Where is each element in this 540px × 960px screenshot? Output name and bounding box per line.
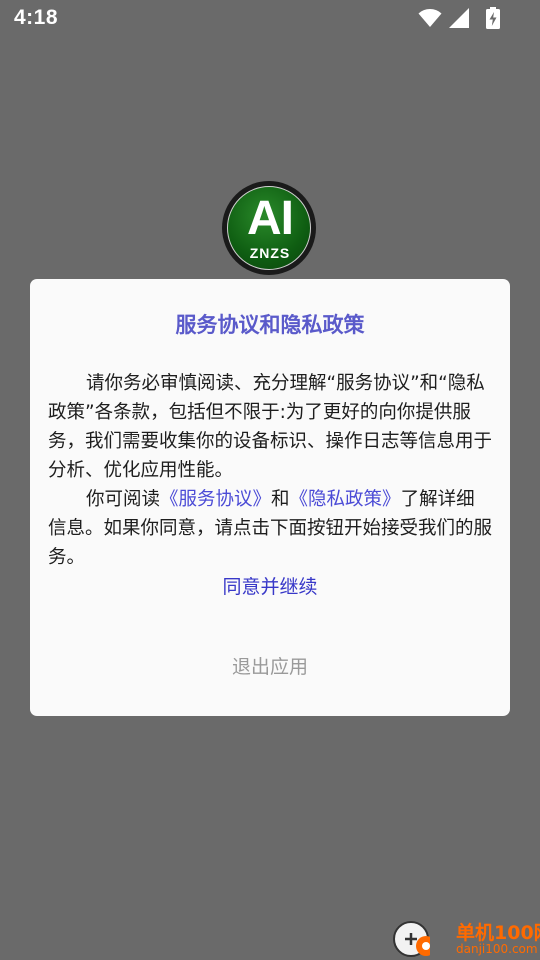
watermark: 单机100网 danji100.com <box>392 912 540 960</box>
service-agreement-link[interactable]: 《服务协议》 <box>160 489 271 510</box>
watermark-name: 单机100网 <box>456 922 540 944</box>
privacy-policy-link[interactable]: 《隐私政策》 <box>290 489 401 510</box>
app-logo: AI ZNZS <box>222 181 316 275</box>
logo-subtext: ZNZS <box>249 245 291 261</box>
dialog-body: 请你务必审慎阅读、充分理解“服务协议”和“隐私政策”各条款，包括但不限于:为了更… <box>48 369 493 572</box>
agreement-paragraph: 请你务必审慎阅读、充分理解“服务协议”和“隐私政策”各条款，包括但不限于:为了更… <box>48 373 493 481</box>
battery-charging-icon <box>486 7 500 29</box>
agreement-dialog: 服务协议和隐私政策 请你务必审慎阅读、充分理解“服务协议”和“隐私政策”各条款，… <box>30 279 510 716</box>
read-prefix: 你可阅读 <box>86 489 161 510</box>
wifi-icon <box>418 9 442 27</box>
status-bar: 4:18 <box>0 0 540 36</box>
links-paragraph: 你可阅读《服务协议》和《隐私政策》了解详细信息。如果你同意，请点击下面按钮开始接… <box>48 485 493 572</box>
and-text: 和 <box>271 489 290 510</box>
watermark-logo-icon <box>393 921 430 957</box>
agree-continue-button[interactable]: 同意并继续 <box>170 569 370 605</box>
status-time: 4:18 <box>14 6 59 29</box>
cellular-signal-icon <box>449 8 469 28</box>
logo-text: AI <box>247 192 294 245</box>
exit-app-button[interactable]: 退出应用 <box>170 649 370 685</box>
dialog-title: 服务协议和隐私政策 <box>175 313 365 337</box>
watermark-url: danji100.com <box>456 942 538 956</box>
